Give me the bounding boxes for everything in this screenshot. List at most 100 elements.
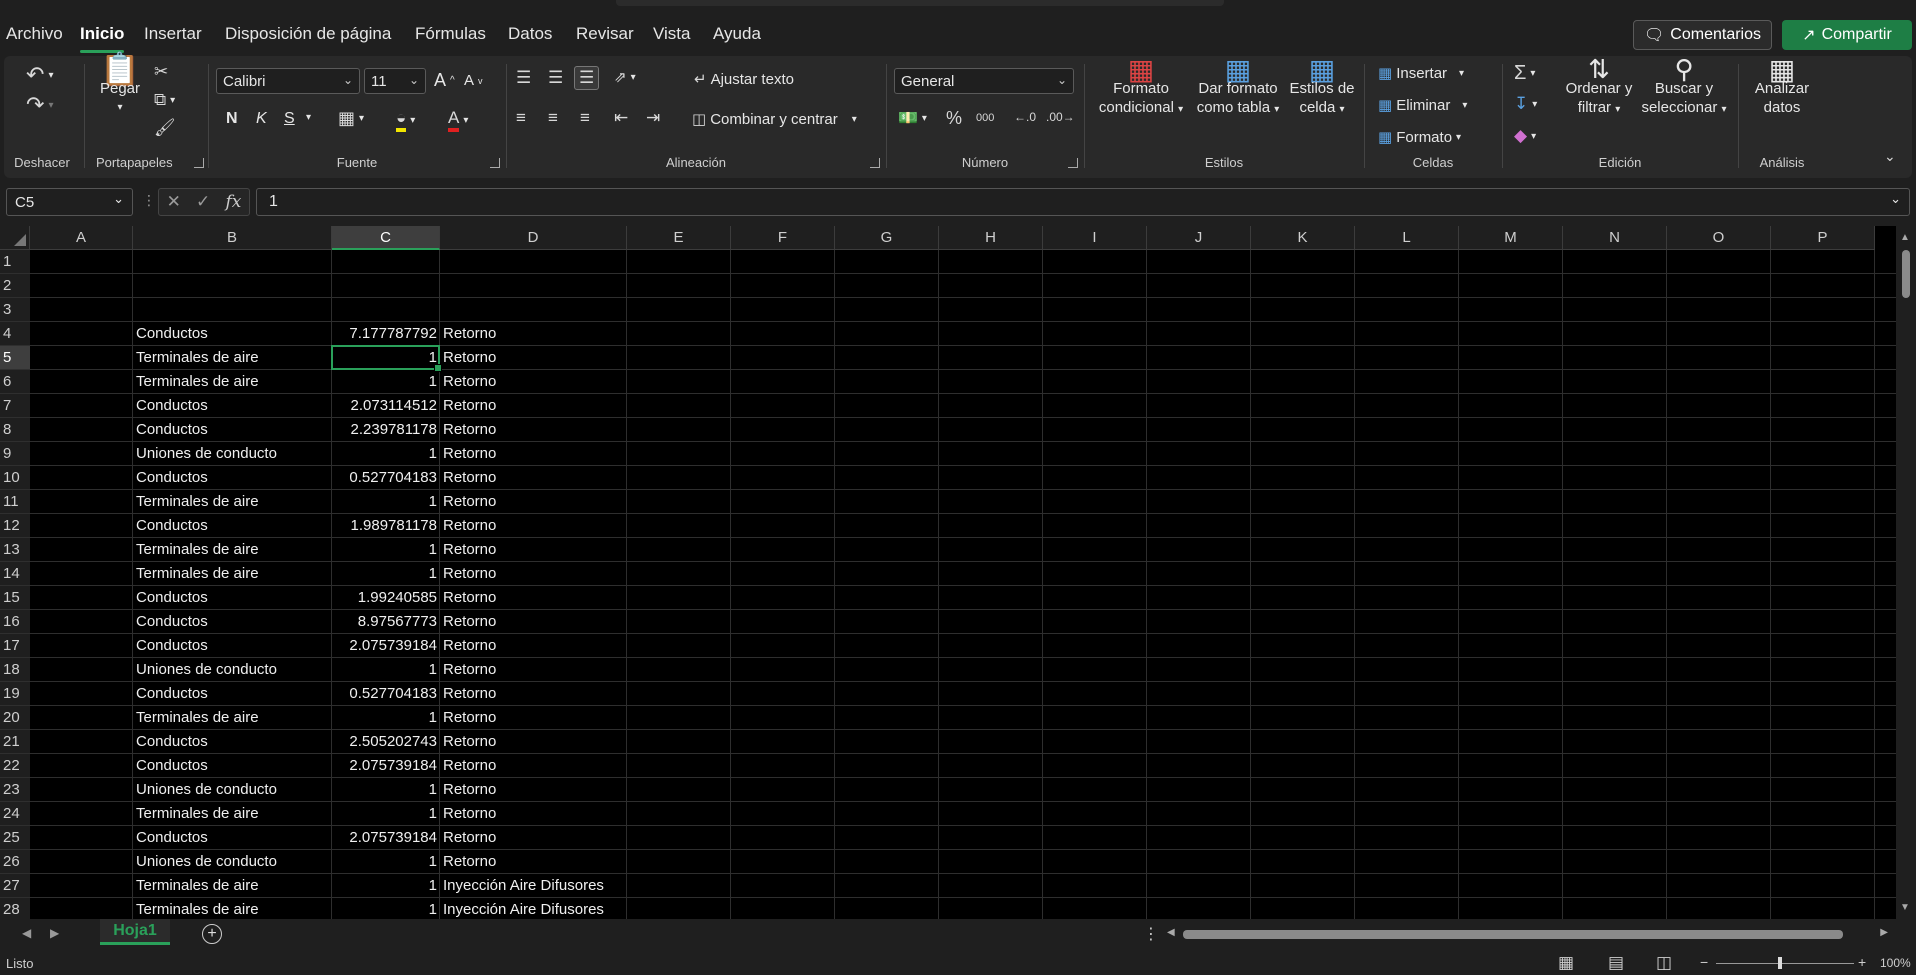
underline-button[interactable]: S — [284, 110, 295, 128]
clear-button[interactable]: ◆ ▾ — [1514, 126, 1536, 146]
row-header[interactable]: 8 — [0, 418, 30, 442]
add-sheet-icon[interactable]: + — [202, 924, 222, 944]
tab-revisar[interactable]: Revisar — [576, 24, 634, 44]
row-header[interactable]: 19 — [0, 682, 30, 706]
cell-c16[interactable]: 8.97567773 — [332, 610, 440, 634]
search-box[interactable] — [616, 0, 1224, 6]
cell-d10[interactable]: Retorno — [440, 466, 700, 490]
row-header[interactable]: 21 — [0, 730, 30, 754]
cell-d24[interactable]: Retorno — [440, 802, 700, 826]
analyze-data-button[interactable]: ▦ Analizar datos — [1744, 56, 1820, 117]
cut-button[interactable]: ✂ — [154, 62, 168, 82]
tab-insertar[interactable]: Insertar — [144, 24, 202, 44]
select-all-corner[interactable] — [0, 226, 30, 250]
cell-b20[interactable]: Terminales de aire — [133, 706, 332, 730]
align-right-button[interactable]: ≡ — [580, 108, 590, 128]
vertical-scroll-thumb[interactable] — [1902, 250, 1910, 298]
column-header-f[interactable]: F — [731, 226, 835, 250]
cell-d6[interactable]: Retorno — [440, 370, 700, 394]
cell-d14[interactable]: Retorno — [440, 562, 700, 586]
column-header-m[interactable]: M — [1459, 226, 1563, 250]
row-header[interactable]: 11 — [0, 490, 30, 514]
row-header[interactable]: 18 — [0, 658, 30, 682]
cancel-icon[interactable]: ✕ — [167, 192, 181, 212]
align-bottom-button[interactable]: ☰ — [574, 66, 600, 90]
row-header[interactable]: 17 — [0, 634, 30, 658]
zoom-out-icon[interactable]: − — [1700, 954, 1708, 970]
row-header[interactable]: 12 — [0, 514, 30, 538]
cell-b19[interactable]: Conductos — [133, 682, 332, 706]
cell-d7[interactable]: Retorno — [440, 394, 700, 418]
formula-input[interactable]: 1 ⌄ — [256, 188, 1910, 216]
column-header-g[interactable]: G — [835, 226, 939, 250]
column-header-o[interactable]: O — [1667, 226, 1771, 250]
cell-b23[interactable]: Uniones de conducto — [133, 778, 332, 802]
column-header-b[interactable]: B — [133, 226, 332, 250]
row-header[interactable]: 2 — [0, 274, 30, 298]
cell-c9[interactable]: 1 — [332, 442, 440, 466]
cell-d28[interactable]: Inyección Aire Difusores — [440, 898, 700, 919]
sort-filter-button[interactable]: ⇅ Ordenar y filtrar ▾ — [1562, 56, 1636, 119]
cell-c20[interactable]: 1 — [332, 706, 440, 730]
wrap-text-button[interactable]: ↵ Ajustar texto — [694, 70, 794, 89]
cell-d11[interactable]: Retorno — [440, 490, 700, 514]
increase-font-button[interactable]: A ^ — [434, 70, 455, 91]
tab-disposicion[interactable]: Disposición de página — [225, 24, 391, 44]
cell-d26[interactable]: Retorno — [440, 850, 700, 874]
tab-datos[interactable]: Datos — [508, 24, 552, 44]
more-options-icon[interactable]: ⋮ — [1143, 924, 1159, 944]
cell-c6[interactable]: 1 — [332, 370, 440, 394]
cell-d18[interactable]: Retorno — [440, 658, 700, 682]
cell-c11[interactable]: 1 — [332, 490, 440, 514]
decrease-font-button[interactable]: Av — [464, 72, 483, 89]
number-launcher-icon[interactable] — [1068, 158, 1078, 168]
align-middle-button[interactable]: ☰ — [548, 68, 563, 88]
column-header-e[interactable]: E — [627, 226, 731, 250]
increase-indent-button[interactable]: ⇥ — [646, 108, 660, 128]
align-top-button[interactable]: ☰ — [516, 68, 531, 88]
cell-c7[interactable]: 2.073114512 — [332, 394, 440, 418]
collapse-ribbon-button[interactable]: ⌄ — [1884, 148, 1896, 165]
row-header[interactable]: 6 — [0, 370, 30, 394]
fill-color-button[interactable]: ◒ ▾ — [396, 108, 415, 132]
cell-b22[interactable]: Conductos — [133, 754, 332, 778]
format-as-table-button[interactable]: ▦ Dar formato como tabla ▾ — [1190, 56, 1286, 119]
column-header-j[interactable]: J — [1147, 226, 1251, 250]
autosum-button[interactable]: Σ ▾ — [1514, 62, 1535, 85]
scroll-down-icon[interactable]: ▼ — [1900, 902, 1910, 913]
cell-b27[interactable]: Terminales de aire — [133, 874, 332, 898]
row-header[interactable]: 22 — [0, 754, 30, 778]
conditional-format-button[interactable]: ▦ Formato condicional ▾ — [1094, 56, 1188, 119]
cell-b21[interactable]: Conductos — [133, 730, 332, 754]
row-header[interactable]: 16 — [0, 610, 30, 634]
cell-b28[interactable]: Terminales de aire — [133, 898, 332, 919]
sheet-tab-hoja1[interactable]: Hoja1 — [100, 919, 170, 945]
number-format-select[interactable]: General ⌄ — [894, 68, 1074, 94]
cell-d27[interactable]: Inyección Aire Difusores — [440, 874, 700, 898]
column-header-c[interactable]: C — [332, 226, 440, 250]
row-header[interactable]: 1 — [0, 250, 30, 274]
cell-c18[interactable]: 1 — [332, 658, 440, 682]
cell-d8[interactable]: Retorno — [440, 418, 700, 442]
prev-sheet-icon[interactable]: ◀ — [22, 926, 31, 940]
row-header[interactable]: 10 — [0, 466, 30, 490]
font-name-select[interactable]: Calibri ⌄ — [216, 68, 360, 94]
spreadsheet-grid[interactable]: ABCDEFGHIJKLMNOP 1 2 3 4 5 6 7 8 9 10 11 12 13 14 15 16… — [0, 226, 1896, 919]
column-header-a[interactable]: A — [30, 226, 133, 250]
tab-ayuda[interactable]: Ayuda — [713, 24, 761, 44]
borders-button[interactable]: ▦ ▾ — [338, 108, 364, 129]
horizontal-scroll-thumb[interactable] — [1183, 930, 1843, 939]
font-size-select[interactable]: 11 ⌄ — [364, 68, 426, 94]
name-box[interactable]: C5 ⌄ — [6, 188, 133, 216]
cell-b18[interactable]: Uniones de conducto — [133, 658, 332, 682]
insert-function-icon[interactable]: fx — [226, 192, 242, 212]
cell-d5[interactable]: Retorno — [440, 346, 700, 370]
cell-c14[interactable]: 1 — [332, 562, 440, 586]
decrease-indent-button[interactable]: ⇤ — [614, 108, 628, 128]
row-header[interactable]: 15 — [0, 586, 30, 610]
row-header[interactable]: 4 — [0, 322, 30, 346]
insert-cells-button[interactable]: ▦ Insertar ▾ — [1378, 64, 1464, 83]
find-select-button[interactable]: ⚲ Buscar y seleccionar ▾ — [1636, 56, 1732, 119]
zoom-in-icon[interactable]: + — [1858, 954, 1866, 970]
row-header[interactable]: 7 — [0, 394, 30, 418]
